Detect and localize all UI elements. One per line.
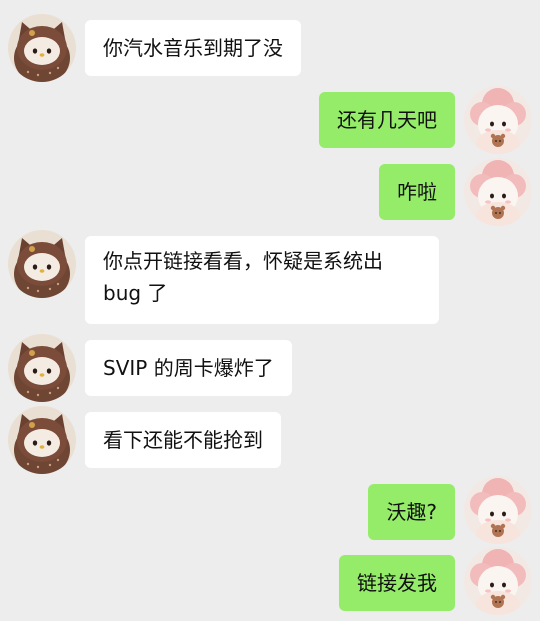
lamb-avatar-image: [464, 476, 532, 544]
message-text: 看下还能不能抢到: [103, 428, 263, 452]
message-text-line: bug 了: [103, 281, 168, 305]
lamb-avatar-image: [464, 86, 532, 154]
incoming-message-bubble[interactable]: 你汽水音乐到期了没: [85, 20, 301, 76]
lamb-avatar-image: [464, 158, 532, 226]
self-avatar[interactable]: [464, 86, 532, 154]
message-text: 还有几天吧: [337, 108, 437, 132]
outgoing-message-bubble[interactable]: 还有几天吧: [319, 92, 455, 148]
contact-avatar[interactable]: [8, 14, 76, 82]
message-text: 咋啦: [397, 180, 437, 204]
contact-avatar[interactable]: [8, 406, 76, 474]
self-avatar[interactable]: [464, 158, 532, 226]
incoming-message-bubble[interactable]: SVIP 的周卡爆炸了: [85, 340, 292, 396]
kitty-avatar-image: [8, 406, 76, 474]
kitty-avatar-image: [8, 334, 76, 402]
message-text-line: 你点开链接看看，怀疑是系统出: [103, 249, 383, 273]
incoming-message-bubble[interactable]: 看下还能不能抢到: [85, 412, 281, 468]
message-text: SVIP 的周卡爆炸了: [103, 356, 274, 380]
outgoing-message-bubble[interactable]: 链接发我: [339, 555, 455, 611]
message-text: 链接发我: [357, 571, 437, 595]
outgoing-message-bubble[interactable]: 咋啦: [379, 164, 455, 220]
message-text: 你汽水音乐到期了没: [103, 36, 283, 60]
kitty-avatar-image: [8, 230, 76, 298]
self-avatar[interactable]: [464, 476, 532, 544]
lamb-avatar-image: [464, 547, 532, 615]
incoming-message-bubble[interactable]: 你点开链接看看，怀疑是系统出 bug 了: [85, 236, 439, 324]
contact-avatar[interactable]: [8, 230, 76, 298]
kitty-avatar-image: [8, 14, 76, 82]
outgoing-message-bubble[interactable]: 沃趣?: [368, 484, 455, 540]
self-avatar[interactable]: [464, 547, 532, 615]
message-text: 沃趣?: [386, 500, 437, 524]
contact-avatar[interactable]: [8, 334, 76, 402]
chat-conversation[interactable]: 你汽水音乐到期了没 还有几天吧 咋啦 你点开链接看看，怀疑是系统出 bug 了 …: [0, 0, 540, 621]
